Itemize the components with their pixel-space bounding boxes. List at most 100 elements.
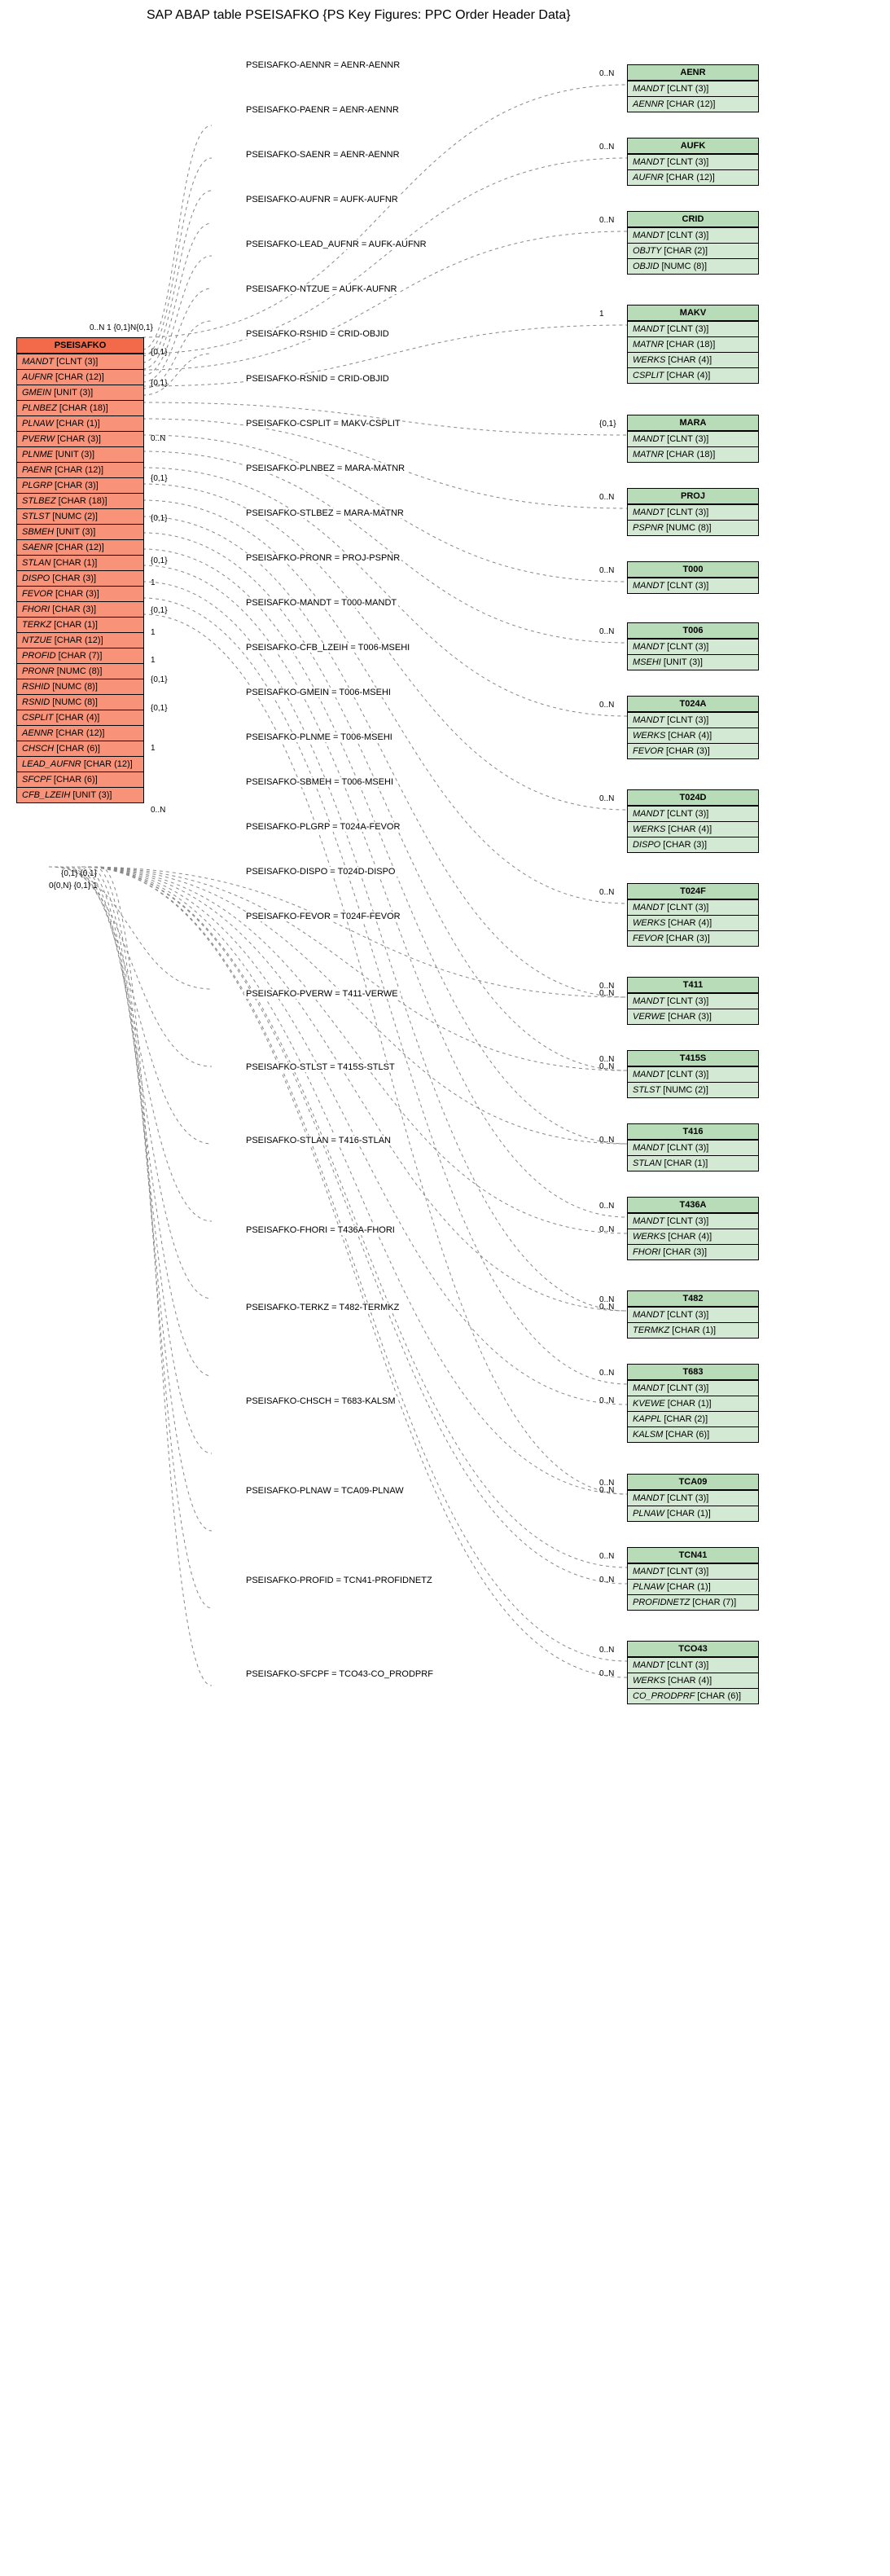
table-row: PSPNR [NUMC (8)] <box>628 520 758 535</box>
table-header: MARA <box>628 415 758 431</box>
cardinality-left: {0,1} <box>151 675 168 684</box>
table-row: MANDT [CLNT (3)] <box>628 1066 758 1082</box>
table-row: MANDT [CLNT (3)] <box>628 81 758 96</box>
table-row: PLNBEZ [CHAR (18)] <box>17 400 143 415</box>
table-row: AENNR [CHAR (12)] <box>628 96 758 112</box>
table-row: MANDT [CLNT (3)] <box>628 1657 758 1673</box>
cardinality-right: 0..N <box>599 1486 614 1495</box>
table-row: RSNID [NUMC (8)] <box>17 694 143 710</box>
table-crid: CRIDMANDT [CLNT (3)]OBJTY [CHAR (2)]OBJI… <box>627 211 759 275</box>
table-row: PVERW [CHAR (3)] <box>17 431 143 446</box>
cardinality-right: 0..N <box>599 1062 614 1071</box>
table-row: FEVOR [CHAR (3)] <box>628 930 758 946</box>
table-row: FHORI [CHAR (3)] <box>17 601 143 617</box>
table-header: TCO43 <box>628 1642 758 1657</box>
table-header: T482 <box>628 1291 758 1307</box>
table-row: MANDT [CLNT (3)] <box>628 154 758 169</box>
table-row: LEAD_AUFNR [CHAR (12)] <box>17 756 143 771</box>
edge-label: PSEISAFKO-GMEIN = T006-MSEHI <box>244 688 392 697</box>
table-row: MSEHI [UNIT (3)] <box>628 654 758 670</box>
edge-label: PSEISAFKO-STLAN = T416-STLAN <box>244 1136 392 1145</box>
table-row: STLST [NUMC (2)] <box>17 508 143 524</box>
table-makv: MAKVMANDT [CLNT (3)]MATNR [CHAR (18)]WER… <box>627 305 759 384</box>
table-row: KAPPL [CHAR (2)] <box>628 1411 758 1426</box>
cardinality-left: {0,1} <box>151 348 168 357</box>
cardinality-left: {0,1} <box>151 606 168 615</box>
table-row: PROFID [CHAR (7)] <box>17 648 143 663</box>
edge-label: PSEISAFKO-PLNME = T006-MSEHI <box>244 732 394 742</box>
table-row: CSPLIT [CHAR (4)] <box>17 710 143 725</box>
table-header: T416 <box>628 1124 758 1140</box>
table-row: DISPO [CHAR (3)] <box>628 837 758 852</box>
cardinality-right: 0..N <box>599 888 614 897</box>
table-row: KALSM [CHAR (6)] <box>628 1426 758 1442</box>
edge-label: PSEISAFKO-CSPLIT = MAKV-CSPLIT <box>244 419 402 429</box>
cardinality-right: 0..N <box>599 1576 614 1585</box>
table-header: AUFK <box>628 138 758 154</box>
table-t024d: T024DMANDT [CLNT (3)]WERKS [CHAR (4)]DIS… <box>627 789 759 853</box>
cardinality-right: 0..N <box>599 1225 614 1234</box>
diagram-canvas: PSEISAFKO MANDT [CLNT (3)]AUFNR [CHAR (1… <box>0 28 890 2569</box>
table-t006: T006MANDT [CLNT (3)]MSEHI [UNIT (3)] <box>627 622 759 670</box>
cardinality-right: 0..N <box>599 627 614 636</box>
table-header: T006 <box>628 623 758 639</box>
cardinality-left: {0,1} <box>151 514 168 523</box>
cardinality-right: 0..N <box>599 566 614 575</box>
cardinality-right: 0..N <box>599 989 614 998</box>
table-mara: MARAMANDT [CLNT (3)]MATNR [CHAR (18)] <box>627 415 759 463</box>
table-row: MANDT [CLNT (3)] <box>628 431 758 446</box>
table-row: MANDT [CLNT (3)] <box>17 354 143 369</box>
table-row: MANDT [CLNT (3)] <box>628 1140 758 1155</box>
table-row: MANDT [CLNT (3)] <box>628 712 758 728</box>
cardinality-right: 1 <box>599 310 604 319</box>
table-header: CRID <box>628 212 758 227</box>
cardinality-left: 1 <box>151 628 156 637</box>
table-row: STLAN [CHAR (1)] <box>17 555 143 570</box>
table-t000: T000MANDT [CLNT (3)] <box>627 561 759 594</box>
table-row: MANDT [CLNT (3)] <box>628 1380 758 1396</box>
table-row: MANDT [CLNT (3)] <box>628 1307 758 1322</box>
table-row: SBMEH [UNIT (3)] <box>17 524 143 539</box>
edge-label: PSEISAFKO-PVERW = T411-VERWE <box>244 989 400 999</box>
table-row: MANDT [CLNT (3)] <box>628 1213 758 1229</box>
table-row: AUFNR [CHAR (12)] <box>628 169 758 185</box>
table-row: WERKS [CHAR (4)] <box>628 821 758 837</box>
table-row: SAENR [CHAR (12)] <box>17 539 143 555</box>
cardinality-left: 0..N <box>151 806 165 815</box>
edge-label: PSEISAFKO-PLNAW = TCA09-PLNAW <box>244 1486 406 1496</box>
table-row: MANDT [CLNT (3)] <box>628 639 758 654</box>
table-row: OBJTY [CHAR (2)] <box>628 243 758 258</box>
table-row: AENNR [CHAR (12)] <box>17 725 143 741</box>
table-header: T024F <box>628 884 758 899</box>
edge-label: PSEISAFKO-PLNBEZ = MARA-MATNR <box>244 464 406 473</box>
table-row: CFB_LZEIH [UNIT (3)] <box>17 787 143 802</box>
table-header: T024D <box>628 790 758 806</box>
cardinality-right: 0..N <box>599 1396 614 1405</box>
table-header: TCN41 <box>628 1548 758 1563</box>
edge-label: PSEISAFKO-SAENR = AENR-AENNR <box>244 150 401 160</box>
table-row: WERKS [CHAR (4)] <box>628 352 758 367</box>
edge-label: PSEISAFKO-AUFNR = AUFK-AUFNR <box>244 195 400 204</box>
table-header: T683 <box>628 1365 758 1380</box>
cardinality-left: {0,1} {0,1} <box>61 869 97 878</box>
edge-label: PSEISAFKO-RSHID = CRID-OBJID <box>244 329 391 339</box>
edge-label: PSEISAFKO-CHSCH = T683-KALSM <box>244 1396 397 1406</box>
edge-label: PSEISAFKO-CFB_LZEIH = T006-MSEHI <box>244 643 411 653</box>
table-header: PROJ <box>628 489 758 504</box>
table-row: CSPLIT [CHAR (4)] <box>628 367 758 383</box>
table-row: PROFIDNETZ [CHAR (7)] <box>628 1594 758 1610</box>
table-proj: PROJMANDT [CLNT (3)]PSPNR [NUMC (8)] <box>627 488 759 536</box>
table-row: WERKS [CHAR (4)] <box>628 1673 758 1688</box>
table-row: STLBEZ [CHAR (18)] <box>17 493 143 508</box>
table-tca09: TCA09MANDT [CLNT (3)]PLNAW [CHAR (1)] <box>627 1474 759 1522</box>
table-aenr: AENRMANDT [CLNT (3)]AENNR [CHAR (12)] <box>627 64 759 112</box>
edge-label: PSEISAFKO-PROFID = TCN41-PROFIDNETZ <box>244 1576 434 1585</box>
table-row: WERKS [CHAR (4)] <box>628 728 758 743</box>
table-row: MANDT [CLNT (3)] <box>628 993 758 1009</box>
table-header: T415S <box>628 1051 758 1066</box>
table-row: MANDT [CLNT (3)] <box>628 504 758 520</box>
table-header: T436A <box>628 1198 758 1213</box>
edge-label: PSEISAFKO-STLBEZ = MARA-MATNR <box>244 508 406 518</box>
table-row: TERMKZ [CHAR (1)] <box>628 1322 758 1338</box>
table-row: WERKS [CHAR (4)] <box>628 915 758 930</box>
